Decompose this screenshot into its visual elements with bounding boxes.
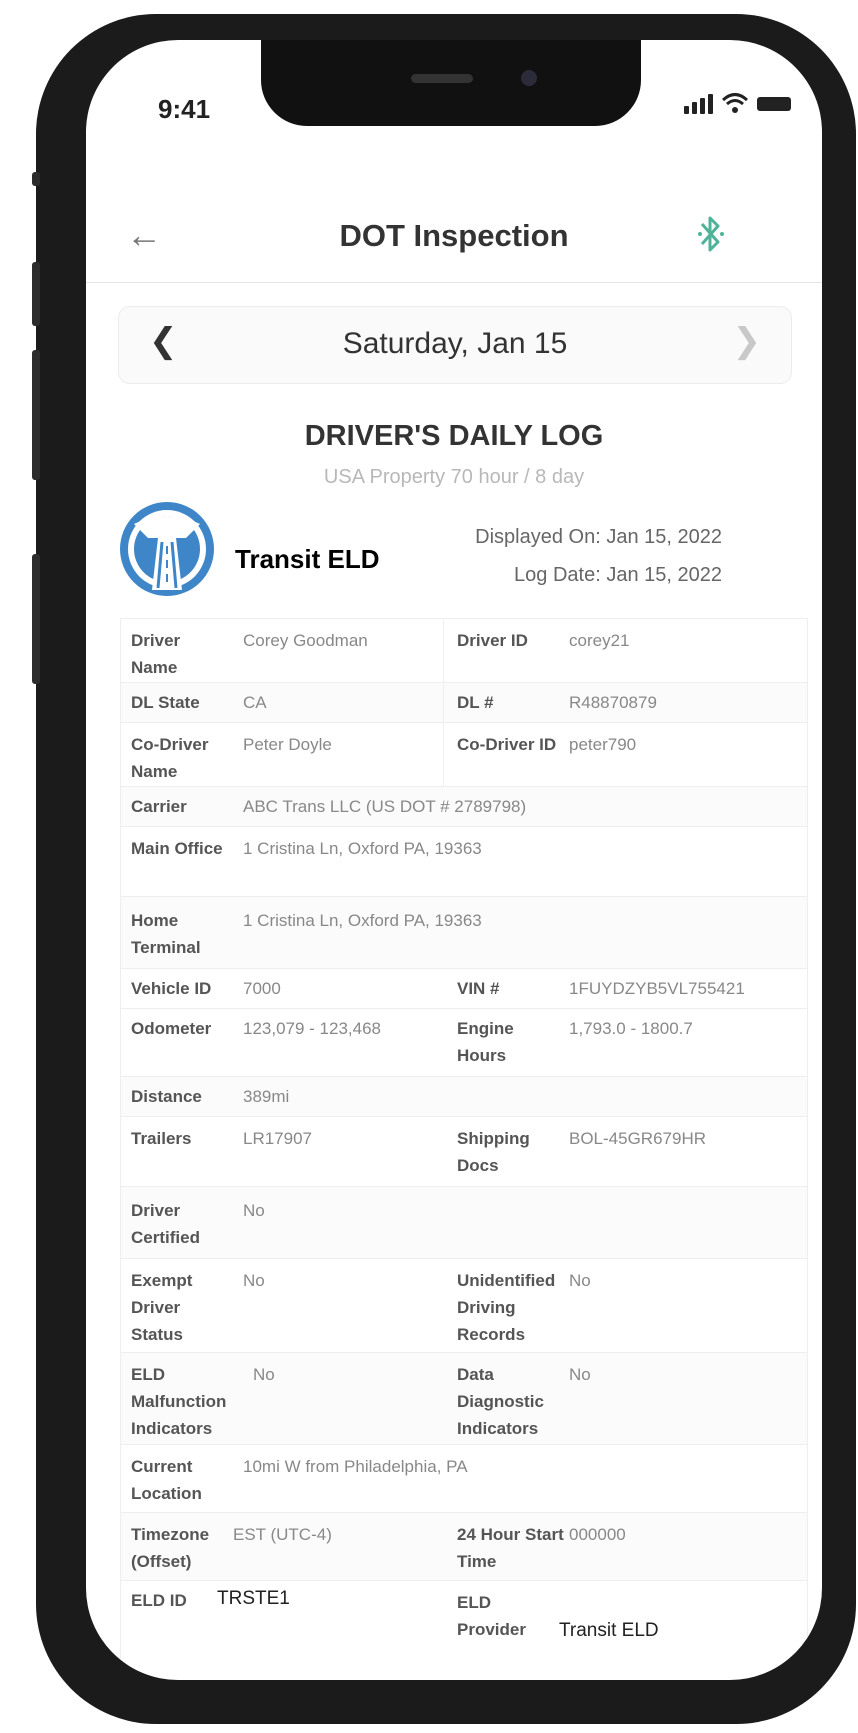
driver-id-value: corey21 bbox=[569, 631, 630, 650]
table-row: Main Office 1 Cristina Ln, Oxford PA, 19… bbox=[121, 826, 807, 897]
status-icons bbox=[684, 92, 791, 114]
chevron-right-icon[interactable]: ❯ bbox=[733, 321, 762, 361]
timezone-value: EST (UTC-4) bbox=[233, 1525, 332, 1544]
table-row: Distance 389mi bbox=[121, 1076, 807, 1117]
battery-icon bbox=[757, 97, 791, 111]
home-terminal-label: Home Terminal bbox=[131, 911, 201, 957]
table-row: Home Terminal 1 Cristina Ln, Oxford PA, … bbox=[121, 896, 807, 969]
dl-number-label: DL # bbox=[457, 693, 494, 712]
data-diagnostic-label: Data Diagnostic Indicators bbox=[457, 1365, 544, 1438]
eld-id-label: ELD ID bbox=[131, 1591, 187, 1610]
main-office-value: 1 Cristina Ln, Oxford PA, 19363 bbox=[243, 839, 482, 858]
carrier-value: ABC Trans LLC (US DOT # 2789798) bbox=[243, 797, 527, 816]
eld-provider-value: Transit ELD bbox=[559, 1620, 659, 1641]
unidentified-driving-records-label: Unidentified Driving Records bbox=[457, 1271, 556, 1344]
main-office-label: Main Office bbox=[131, 839, 223, 858]
trailers-value: LR17907 bbox=[243, 1129, 313, 1148]
status-time: 9:41 bbox=[158, 94, 211, 124]
home-terminal-value: 1 Cristina Ln, Oxford PA, 19363 bbox=[243, 911, 482, 930]
signal-icon bbox=[684, 94, 713, 114]
co-driver-name-value: Peter Doyle bbox=[243, 735, 332, 754]
vehicle-id-value: 7000 bbox=[243, 979, 281, 998]
driver-id-label: Driver ID bbox=[457, 631, 528, 650]
table-row: ELD Malfunction Indicators No Data Diagn… bbox=[121, 1352, 807, 1445]
distance-value: 389mi bbox=[243, 1087, 290, 1106]
start-time-label: 24 Hour Start Time bbox=[457, 1525, 564, 1571]
shipping-docs-label: Shipping Docs bbox=[457, 1129, 530, 1175]
vehicle-id-label: Vehicle ID bbox=[131, 979, 212, 998]
table-row: ELD ID TRSTE1 ELD Provider Transit ELD bbox=[121, 1580, 807, 1680]
mute-switch bbox=[32, 554, 40, 684]
bluetooth-icon[interactable] bbox=[696, 214, 726, 254]
phone-screen: 9:41 ← DOT Inspection ❮ Saturday, Jan 15… bbox=[86, 40, 822, 1680]
table-row: Co-Driver Name Peter Doyle Co-Driver ID … bbox=[121, 722, 807, 787]
transit-eld-logo bbox=[116, 498, 218, 600]
odometer-label: Odometer bbox=[131, 1019, 212, 1038]
log-details-table: Driver Name Corey Goodman Driver ID core… bbox=[120, 618, 808, 1680]
table-row: Current Location 10mi W from Philadelphi… bbox=[121, 1444, 807, 1513]
table-row: Driver Name Corey Goodman Driver ID core… bbox=[121, 618, 807, 683]
current-location-label: Current Location bbox=[131, 1457, 202, 1503]
engine-hours-label: Engine Hours bbox=[457, 1019, 514, 1065]
notch bbox=[261, 40, 641, 126]
engine-hours-value: 1,793.0 - 1800.7 bbox=[569, 1019, 693, 1038]
table-row: DL State CA DL # R48870879 bbox=[121, 682, 807, 723]
co-driver-name-label: Co-Driver Name bbox=[131, 735, 209, 781]
shipping-docs-value: BOL-45GR679HR bbox=[569, 1129, 707, 1148]
log-title: DRIVER'S DAILY LOG bbox=[304, 420, 604, 452]
eld-malfunction-value: No bbox=[253, 1365, 275, 1384]
volume-up-button bbox=[32, 262, 40, 326]
driver-certified-value: No bbox=[243, 1201, 265, 1220]
speaker bbox=[411, 74, 473, 83]
eld-provider-label: ELD Provider bbox=[457, 1593, 526, 1639]
date-navigator: ❮ Saturday, Jan 15 ❯ bbox=[118, 306, 792, 384]
exempt-driver-status-value: No bbox=[243, 1271, 265, 1290]
distance-label: Distance bbox=[131, 1087, 202, 1106]
app-header: ← DOT Inspection bbox=[86, 192, 822, 283]
table-row: Vehicle ID 7000 VIN # 1FUYDZYB5VL755421 bbox=[121, 968, 807, 1009]
vin-value: 1FUYDZYB5VL755421 bbox=[569, 979, 745, 998]
volume-down-button bbox=[32, 350, 40, 480]
unidentified-driving-records-value: No bbox=[569, 1271, 591, 1290]
data-diagnostic-value: No bbox=[569, 1365, 591, 1384]
driver-name-value: Corey Goodman bbox=[243, 631, 368, 650]
wifi-icon bbox=[722, 93, 748, 113]
vin-label: VIN # bbox=[457, 979, 500, 998]
table-row: Trailers LR17907 Shipping Docs BOL-45GR6… bbox=[121, 1116, 807, 1187]
carrier-label: Carrier bbox=[131, 797, 187, 816]
table-row: Timezone (Offset) EST (UTC-4) 24 Hour St… bbox=[121, 1512, 807, 1581]
exempt-driver-status-label: Exempt Driver Status bbox=[131, 1271, 193, 1344]
table-row: Driver Certified No bbox=[121, 1186, 807, 1259]
co-driver-id-value: peter790 bbox=[569, 735, 637, 754]
trailers-label: Trailers bbox=[131, 1129, 192, 1148]
odometer-value: 123,079 - 123,468 bbox=[243, 1019, 382, 1038]
log-subtitle: USA Property 70 hour / 8 day bbox=[323, 466, 585, 488]
current-date: Saturday, Jan 15 bbox=[342, 327, 568, 360]
eld-malfunction-label: ELD Malfunction Indicators bbox=[131, 1365, 227, 1438]
side-button bbox=[32, 172, 40, 186]
table-row: Odometer 123,079 - 123,468 Engine Hours … bbox=[121, 1008, 807, 1077]
current-location-value: 10mi W from Philadelphia, PA bbox=[243, 1457, 468, 1476]
driver-certified-label: Driver Certified bbox=[131, 1201, 200, 1247]
start-time-value: 000000 bbox=[569, 1525, 626, 1544]
co-driver-id-label: Co-Driver ID bbox=[457, 735, 557, 754]
dl-number-value: R48870879 bbox=[569, 693, 657, 712]
dl-state-label: DL State bbox=[131, 693, 200, 712]
table-row: Carrier ABC Trans LLC (US DOT # 2789798) bbox=[121, 786, 807, 827]
front-camera bbox=[521, 70, 537, 86]
displayed-on: Displayed On: Jan 15, 2022 bbox=[475, 526, 722, 548]
driver-name-label: Driver Name bbox=[131, 631, 181, 677]
eld-id-value: TRSTE1 bbox=[217, 1588, 290, 1609]
dl-state-value: CA bbox=[243, 693, 267, 712]
log-date: Log Date: Jan 15, 2022 bbox=[514, 564, 722, 586]
timezone-label: Timezone (Offset) bbox=[131, 1525, 210, 1571]
table-row: Exempt Driver Status No Unidentified Dri… bbox=[121, 1258, 807, 1353]
